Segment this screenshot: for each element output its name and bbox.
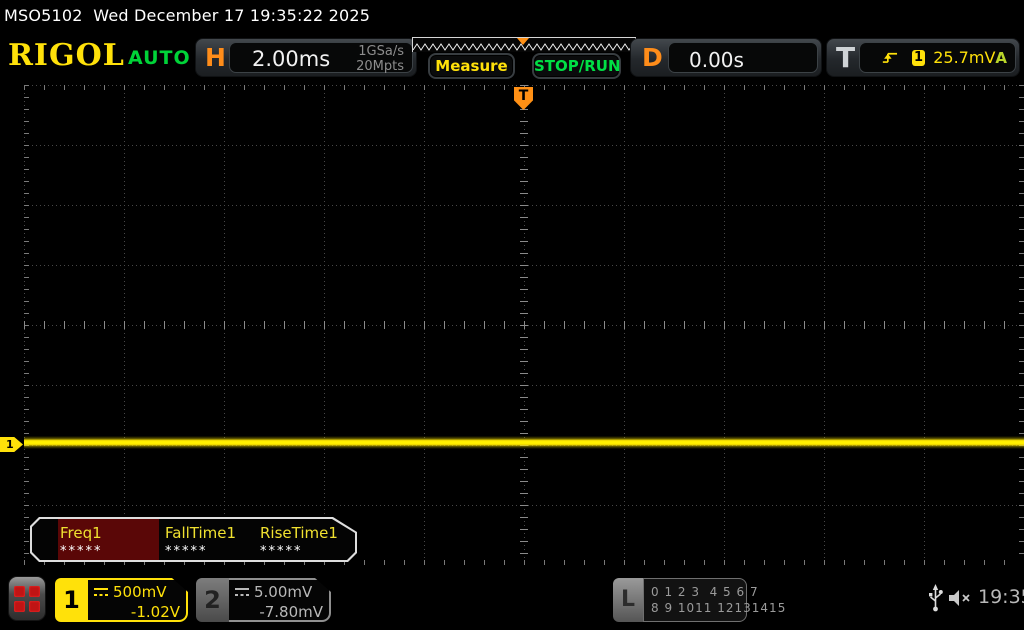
rising-edge-trigger-icon (882, 52, 898, 63)
menu-red-dot (14, 585, 25, 597)
logic-analyzer-tab[interactable]: L (613, 578, 643, 622)
status-bar: MSO5102 Wed December 17 19:35:22 2025 (0, 0, 1024, 30)
rigol-logo: RIGOL (8, 38, 125, 73)
speaker-muted-icon[interactable] (948, 588, 974, 608)
dc-coupling-icon (235, 588, 249, 596)
channel1-offset: -1.02V (130, 603, 180, 621)
delay-label: D (642, 43, 663, 72)
channel1-info-box[interactable]: 500mV -1.02V (88, 578, 188, 622)
measurement-label: RiseTime1 (260, 524, 338, 542)
model-and-datetime: MSO5102 Wed December 17 19:35:22 2025 (4, 6, 371, 25)
horizontal-label: H (205, 43, 226, 72)
measurement-value: ***** (60, 544, 103, 559)
measurement-item-risetime1[interactable]: RiseTime1 ***** (258, 519, 355, 560)
measurement-item-freq1[interactable]: Freq1 ***** (58, 519, 159, 560)
trigger-source-badge: 1 (911, 49, 926, 66)
channel1-scale: 500mV (113, 583, 167, 601)
measurement-value: ***** (165, 544, 208, 559)
measure-button[interactable]: Measure (428, 53, 515, 79)
measurement-item-falltime1[interactable]: FallTime1 ***** (163, 519, 258, 560)
waveform-overview-strip[interactable] (412, 37, 636, 52)
trigger-box[interactable]: T 1 25.7mV A (826, 38, 1020, 77)
memory-depth: 20Mpts (356, 59, 404, 74)
tray-clock: 19:35 (978, 586, 1024, 608)
sample-rate: 1GSa/s (358, 44, 404, 59)
graticule-grid (24, 85, 1024, 565)
channel2-tab[interactable]: 2 (196, 578, 229, 622)
channel1-tab[interactable]: 1 (55, 578, 88, 622)
measurement-label: FallTime1 (165, 524, 237, 542)
logic-analyzer-channels-box[interactable]: 0 1 2 3 4 5 6 7 8 9 1011 12131415 (643, 578, 787, 622)
measurement-label: Freq1 (60, 524, 102, 542)
usb-icon (929, 584, 943, 612)
channel1-trace (24, 436, 1024, 449)
measurement-panel: Freq1 ***** FallTime1 ***** RiseTime1 **… (30, 517, 357, 562)
channel2-scale: 5.00mV (254, 583, 313, 601)
trigger-label: T (836, 41, 856, 74)
timebase-value: 2.00ms (252, 47, 331, 71)
channel2-info-box[interactable]: 5.00mV -7.80mV (229, 578, 331, 622)
bottom-bar: 1 500mV -1.02V 2 5.00mV -7.80mV L 0 1 2 … (0, 566, 1024, 630)
channel2-offset: -7.80mV (259, 603, 323, 621)
delay-value: 0.00s (689, 48, 744, 72)
stop-run-button[interactable]: STOP/RUN (532, 53, 621, 79)
measurement-value: ***** (260, 544, 303, 559)
trigger-sweep-mode: A (995, 48, 1007, 67)
measurement-panel-inner: Freq1 ***** FallTime1 ***** RiseTime1 **… (32, 519, 355, 560)
logic-channels-row2: 8 9 1011 12131415 (651, 601, 787, 615)
acquire-mode-label: AUTO (128, 47, 191, 69)
trigger-inner: 1 25.7mV A (859, 42, 1016, 73)
menu-red-dot (29, 600, 40, 612)
delay-inner: 0.00s (668, 42, 818, 73)
menu-red-dot (14, 600, 25, 612)
sample-rate-block: 1GSa/s 20Mpts (356, 44, 404, 74)
function-menu-icon[interactable] (8, 576, 46, 621)
delay-box[interactable]: D 0.00s (630, 38, 822, 77)
channel1-ground-marker[interactable]: 1 (0, 437, 23, 452)
header-bar: RIGOL AUTO H 2.00ms 1GSa/s 20Mpts Measur… (0, 30, 1024, 84)
trigger-level-value: 25.7mV (933, 48, 996, 67)
dc-coupling-icon (94, 588, 108, 596)
horizontal-timebase-box[interactable]: H 2.00ms 1GSa/s 20Mpts (195, 38, 417, 77)
horizontal-inner: 2.00ms 1GSa/s 20Mpts (229, 42, 413, 74)
menu-red-dot (29, 585, 40, 597)
logic-channels-row1: 0 1 2 3 4 5 6 7 (651, 585, 759, 599)
